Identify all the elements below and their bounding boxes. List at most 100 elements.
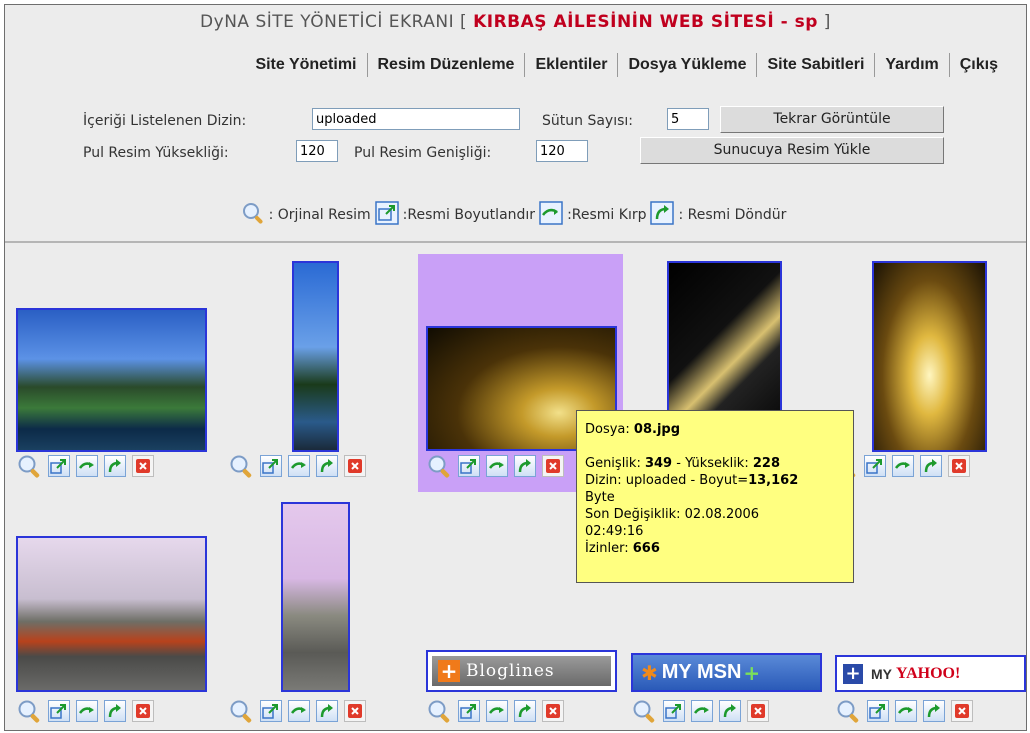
view-original-button[interactable] bbox=[426, 698, 452, 724]
height-value: 228 bbox=[752, 456, 780, 471]
thumbnail-image[interactable] bbox=[16, 536, 207, 692]
crop-button[interactable] bbox=[76, 455, 98, 477]
legend-resize: :Resmi Boyutlandır bbox=[402, 207, 536, 223]
view-original-button[interactable] bbox=[835, 698, 861, 724]
view-original-button[interactable] bbox=[228, 698, 254, 724]
menu-file-upload[interactable]: Dosya Yükleme bbox=[618, 56, 756, 74]
size-value: 13,162 bbox=[748, 473, 799, 488]
yahoo-my-label: MY bbox=[871, 665, 892, 682]
rotate-icon bbox=[924, 459, 937, 473]
delete-button[interactable] bbox=[542, 700, 564, 722]
main-menu: Site Yönetimi Resim Düzenleme Eklentiler… bbox=[5, 45, 1026, 85]
resize-button[interactable] bbox=[867, 700, 889, 722]
yahoo-banner[interactable]: + MY YAHOO! bbox=[835, 655, 1026, 692]
delete-button[interactable] bbox=[948, 455, 970, 477]
delete-icon bbox=[955, 704, 969, 718]
delete-icon bbox=[546, 704, 560, 718]
permissions-value: 666 bbox=[632, 541, 660, 556]
view-original-button[interactable] bbox=[426, 453, 452, 479]
rotate-button[interactable] bbox=[923, 700, 945, 722]
delete-button[interactable] bbox=[344, 700, 366, 722]
file-info-tooltip: Dosya: 08.jpg Genişlik: 349 - Yükseklik:… bbox=[576, 410, 854, 583]
thumbnail-image[interactable] bbox=[16, 308, 207, 452]
bloglines-banner[interactable]: + Bloglines bbox=[426, 650, 617, 692]
crop-icon bbox=[897, 707, 913, 714]
crop-icon bbox=[539, 201, 563, 229]
plus-icon: + bbox=[843, 663, 863, 684]
menu-site-management[interactable]: Site Yönetimi bbox=[245, 56, 366, 74]
rotate-button[interactable] bbox=[316, 455, 338, 477]
view-original-button[interactable] bbox=[16, 453, 42, 479]
refresh-button[interactable]: Tekrar Görüntüle bbox=[720, 106, 944, 133]
crop-button[interactable] bbox=[76, 700, 98, 722]
delete-button[interactable] bbox=[951, 700, 973, 722]
resize-button[interactable] bbox=[458, 700, 480, 722]
resize-button[interactable] bbox=[260, 455, 282, 477]
rotate-button[interactable] bbox=[719, 700, 741, 722]
msn-banner[interactable]: ✱ MY MSN + bbox=[631, 653, 822, 692]
thumbnail-image[interactable] bbox=[281, 502, 350, 692]
rotate-icon bbox=[518, 704, 531, 718]
resize-icon bbox=[374, 201, 399, 229]
rotate-button[interactable] bbox=[104, 455, 126, 477]
crop-button[interactable] bbox=[486, 455, 508, 477]
thumb-height-input[interactable] bbox=[296, 140, 338, 162]
delete-button[interactable] bbox=[747, 700, 769, 722]
resize-button[interactable] bbox=[458, 455, 480, 477]
delete-button[interactable] bbox=[542, 455, 564, 477]
view-original-button[interactable] bbox=[631, 698, 657, 724]
modified-time: 02:49:16 bbox=[585, 524, 644, 539]
image-tools bbox=[835, 698, 973, 724]
rotate-icon bbox=[108, 704, 121, 718]
menu-site-constants[interactable]: Site Sabitleri bbox=[757, 56, 874, 74]
rotate-button[interactable] bbox=[104, 700, 126, 722]
crop-button[interactable] bbox=[486, 700, 508, 722]
view-original-button[interactable] bbox=[228, 453, 254, 479]
yahoo-label: YAHOO! bbox=[896, 664, 961, 682]
thumbnail-image[interactable] bbox=[872, 261, 987, 452]
crop-button[interactable] bbox=[288, 700, 310, 722]
thumb-height-label: Pul Resim Yüksekliği: bbox=[83, 145, 229, 161]
directory-label: İçeriği Listelenen Dizin: bbox=[83, 113, 247, 129]
butterfly-icon: ✱ bbox=[641, 660, 658, 685]
rotate-button[interactable] bbox=[316, 700, 338, 722]
view-original-icon bbox=[837, 700, 859, 723]
rotate-button[interactable] bbox=[920, 455, 942, 477]
resize-button[interactable] bbox=[48, 455, 70, 477]
thumb-width-input[interactable] bbox=[536, 140, 588, 162]
resize-button[interactable] bbox=[48, 700, 70, 722]
crop-button[interactable] bbox=[892, 455, 914, 477]
image-tools bbox=[16, 698, 154, 724]
delete-icon bbox=[546, 459, 560, 473]
view-original-button[interactable] bbox=[16, 698, 42, 724]
title-prefix: DyNA SİTE YÖNETİCİ EKRANI [ bbox=[200, 12, 474, 32]
crop-button[interactable] bbox=[691, 700, 713, 722]
view-original-icon bbox=[428, 700, 450, 723]
width-label: Genişlik: bbox=[585, 456, 641, 471]
menu-plugins[interactable]: Eklentiler bbox=[525, 56, 617, 74]
resize-icon bbox=[869, 704, 885, 719]
resize-button[interactable] bbox=[864, 455, 886, 477]
rotate-button[interactable] bbox=[514, 700, 536, 722]
delete-icon bbox=[952, 459, 966, 473]
crop-button[interactable] bbox=[895, 700, 917, 722]
thumbnail-image[interactable] bbox=[292, 261, 339, 452]
resize-button[interactable] bbox=[260, 700, 282, 722]
directory-input[interactable] bbox=[312, 108, 520, 130]
resize-button[interactable] bbox=[663, 700, 685, 722]
delete-button[interactable] bbox=[344, 455, 366, 477]
delete-button[interactable] bbox=[132, 455, 154, 477]
delete-button[interactable] bbox=[132, 700, 154, 722]
menu-image-editing[interactable]: Resim Düzenleme bbox=[368, 56, 525, 74]
crop-icon bbox=[488, 707, 504, 714]
rotate-icon bbox=[320, 459, 333, 473]
rotate-button[interactable] bbox=[514, 455, 536, 477]
menu-logout[interactable]: Çıkış bbox=[950, 56, 1008, 74]
crop-button[interactable] bbox=[288, 455, 310, 477]
columns-input[interactable] bbox=[667, 108, 709, 130]
resize-icon bbox=[665, 704, 681, 719]
section-divider bbox=[5, 241, 1026, 243]
upload-image-button[interactable]: Sunucuya Resim Yükle bbox=[640, 137, 944, 164]
file-label: Dosya: bbox=[585, 422, 630, 437]
menu-help[interactable]: Yardım bbox=[875, 56, 948, 74]
